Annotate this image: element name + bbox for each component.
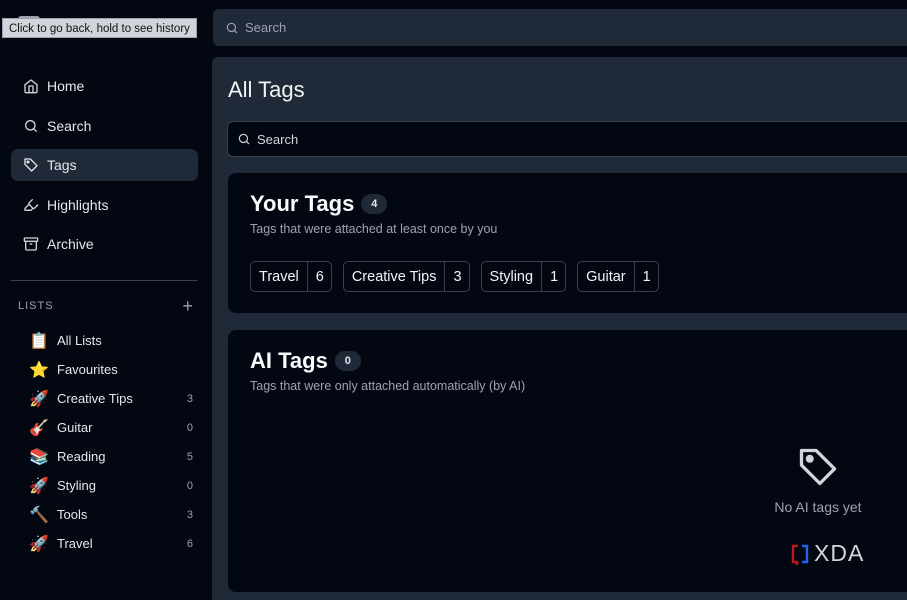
your-tags-subtitle: Tags that were attached at least once by…	[250, 222, 498, 236]
list-item-count: 0	[186, 479, 193, 492]
tag-count: 1	[633, 262, 658, 291]
rocket-icon: 🚀	[29, 535, 49, 553]
tag-search-input[interactable]: Search	[227, 121, 907, 157]
count-badge: 0	[334, 351, 361, 371]
sidebar-item-highlights[interactable]: Highlights	[11, 189, 198, 221]
list-item-label: Travel	[57, 536, 93, 551]
list-item-count: 0	[186, 421, 193, 434]
search-placeholder: Search	[257, 131, 299, 147]
tag-chip-creative-tips[interactable]: Creative Tips 3	[342, 261, 470, 292]
list-item-count: 3	[186, 392, 193, 405]
back-tooltip: Click to go back, hold to see history	[2, 18, 197, 38]
tag-name: Guitar	[586, 268, 626, 285]
page-title: All Tags	[228, 77, 305, 102]
rocket-icon: 🚀	[29, 477, 49, 495]
list-item-favourites[interactable]: ⭐ Favourites	[28, 355, 193, 384]
search-icon	[226, 22, 238, 33]
star-icon: ⭐	[29, 361, 49, 379]
sidebar-item-label: Search	[47, 117, 92, 134]
home-icon	[24, 79, 38, 94]
empty-state: No AI tags yet	[768, 445, 868, 515]
tag-icon	[799, 448, 837, 486]
sidebar-item-label: Highlights	[47, 196, 109, 213]
list-item-creative-tips[interactable]: 🚀 Creative Tips 3	[28, 384, 193, 413]
xda-logo-icon	[791, 544, 809, 565]
tag-name: Styling	[489, 268, 534, 285]
list-item-label: All Lists	[57, 333, 102, 348]
ai-tags-title: AI Tags	[250, 348, 328, 373]
sidebar-item-label: Archive	[47, 236, 94, 252]
tag-count: 6	[306, 262, 331, 291]
search-icon	[238, 133, 250, 145]
list-item-count: 3	[186, 508, 193, 521]
sidebar-item-search[interactable]: Search	[11, 110, 198, 142]
list-item-styling[interactable]: 🚀 Styling 0	[28, 471, 193, 500]
tag-chip-travel[interactable]: Travel 6	[250, 261, 332, 292]
list-item-count: 6	[186, 537, 193, 550]
sidebar-item-archive[interactable]: Archive	[11, 228, 198, 260]
xda-watermark: XDA	[790, 540, 864, 567]
archive-icon	[23, 237, 39, 251]
tag-name: Travel	[259, 268, 299, 285]
list-item-all-lists[interactable]: 📋 All Lists	[28, 326, 193, 355]
count-badge: 4	[361, 194, 388, 214]
tag-name: Creative Tips	[351, 268, 437, 285]
list-item-label: Favourites	[57, 362, 118, 377]
sidebar: Click to go back, hold to see history Ho…	[0, 0, 212, 600]
tag-chip-styling[interactable]: Styling 1	[480, 261, 567, 292]
list-item-tools[interactable]: 🔨 Tools 3	[28, 500, 193, 529]
sidebar-item-tags[interactable]: Tags	[11, 149, 198, 181]
watermark-text: XDA	[814, 540, 865, 566]
list-item-count: 5	[186, 450, 193, 463]
your-tags-title: Your Tags	[250, 191, 355, 216]
your-tags-heading: Your Tags 4	[250, 191, 388, 217]
list-item-label: Guitar	[57, 420, 93, 435]
hammer-icon: 🔨	[29, 506, 49, 524]
global-search-input[interactable]: Search	[213, 9, 907, 46]
sidebar-nav: Home Search Tags Highlights Archive	[11, 70, 198, 268]
sidebar-item-label: Home	[47, 78, 85, 94]
sidebar-item-home[interactable]: Home	[11, 70, 198, 102]
list-item-label: Creative Tips	[57, 391, 133, 406]
lists-header: LISTS +	[18, 297, 193, 315]
ai-tags-subtitle: Tags that were only attached automatical…	[250, 379, 526, 393]
list-item-travel[interactable]: 🚀 Travel 6	[28, 529, 193, 558]
sidebar-divider	[11, 280, 198, 281]
lists-title: LISTS	[18, 300, 54, 312]
add-list-button[interactable]: +	[182, 297, 193, 315]
clipboard-icon: 📋	[29, 332, 49, 350]
tag-chips: Travel 6 Creative Tips 3 Styling 1 Guita…	[250, 261, 670, 292]
books-icon: 📚	[29, 448, 49, 466]
list-item-guitar[interactable]: 🎸 Guitar 0	[28, 413, 193, 442]
search-icon	[25, 119, 37, 132]
sidebar-item-label: Tags	[47, 157, 77, 173]
list-item-label: Styling	[57, 478, 97, 493]
highlighter-icon	[24, 198, 39, 211]
ai-tags-heading: AI Tags 0	[250, 348, 361, 374]
lists: 📋 All Lists ⭐ Favourites 🚀 Creative Tips…	[28, 326, 193, 558]
list-item-label: Tools	[57, 507, 88, 522]
main-panel: All Tags Search Your Tags 4 Tags that we…	[212, 57, 907, 600]
search-placeholder: Search	[245, 20, 287, 35]
guitar-icon: 🎸	[29, 419, 49, 437]
tag-count: 1	[541, 262, 565, 291]
tag-count: 3	[444, 262, 468, 291]
list-item-reading[interactable]: 📚 Reading 5	[28, 442, 193, 471]
tag-chip-guitar[interactable]: Guitar 1	[577, 261, 659, 292]
list-item-label: Reading	[57, 449, 106, 464]
tag-icon	[24, 158, 38, 172]
rocket-icon: 🚀	[29, 390, 49, 408]
empty-state-text: No AI tags yet	[774, 499, 862, 515]
your-tags-card: Your Tags 4 Tags that were attached at l…	[228, 173, 907, 313]
